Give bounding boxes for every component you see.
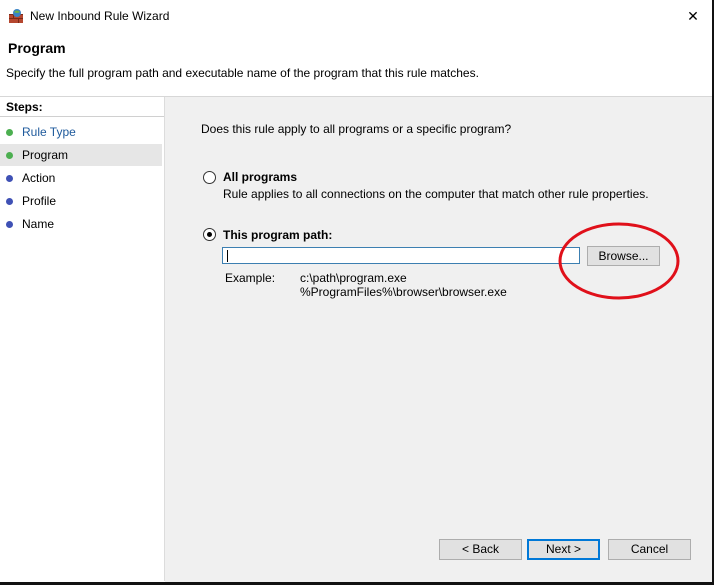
current-step-icon	[6, 152, 13, 159]
wizard-window: New Inbound Rule Wizard ✕ Program Specif…	[0, 0, 714, 585]
step-profile: Profile	[0, 190, 162, 212]
step-rule-type[interactable]: Rule Type	[0, 121, 162, 143]
pending-step-icon	[6, 221, 13, 228]
steps-header: Steps:	[0, 97, 164, 117]
step-program[interactable]: Program	[0, 144, 162, 166]
all-programs-label[interactable]: All programs	[223, 170, 297, 184]
page-description: Specify the full program path and execut…	[6, 66, 479, 80]
step-name: Name	[0, 213, 162, 235]
window-title: New Inbound Rule Wizard	[30, 9, 170, 23]
all-programs-radio[interactable]	[203, 171, 216, 184]
step-action: Action	[0, 167, 162, 189]
question-text: Does this rule apply to all programs or …	[201, 122, 512, 136]
pending-step-icon	[6, 175, 13, 182]
page-title: Program	[8, 40, 66, 56]
wizard-header: Program Specify the full program path an…	[0, 32, 712, 97]
next-button[interactable]: Next >	[527, 539, 600, 560]
example-line: %ProgramFiles%\browser\browser.exe	[300, 285, 507, 299]
steps-sidebar: Steps: Rule Type Program Action Profile …	[0, 97, 165, 581]
program-path-radio[interactable]	[203, 228, 216, 241]
all-programs-description: Rule applies to all connections on the c…	[223, 187, 649, 201]
program-path-label[interactable]: This program path:	[223, 228, 332, 242]
text-caret	[227, 250, 228, 262]
pending-step-icon	[6, 198, 13, 205]
title-bar[interactable]: New Inbound Rule Wizard ✕	[0, 0, 712, 32]
step-label: Profile	[22, 194, 57, 208]
cancel-button[interactable]: Cancel	[608, 539, 691, 560]
example-line: c:\path\program.exe	[300, 271, 407, 285]
close-button[interactable]: ✕	[680, 4, 706, 28]
step-label: Name	[22, 217, 55, 231]
back-button[interactable]: < Back	[439, 539, 522, 560]
program-path-input[interactable]	[222, 247, 580, 264]
firewall-icon	[8, 8, 24, 24]
completed-step-icon	[6, 129, 13, 136]
example-label: Example:	[225, 271, 276, 285]
browse-button[interactable]: Browse...	[587, 246, 660, 266]
step-label: Action	[22, 171, 56, 185]
step-label: Program	[22, 148, 69, 162]
main-content: Does this rule apply to all programs or …	[165, 97, 712, 582]
step-label: Rule Type	[22, 125, 76, 139]
close-icon: ✕	[687, 7, 699, 24]
